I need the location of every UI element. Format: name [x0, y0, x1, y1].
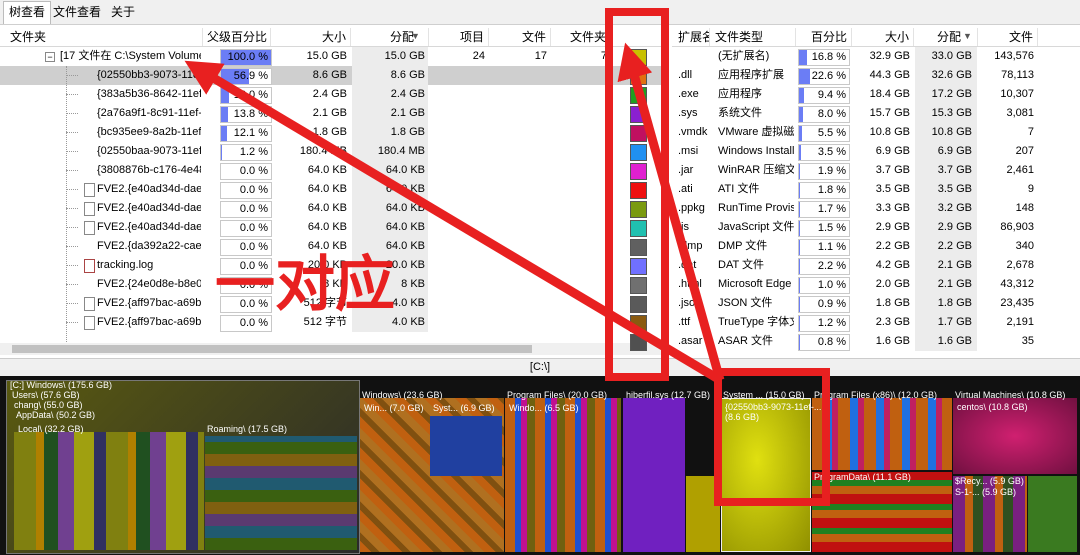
- annotation-text: 一对应: [215, 250, 395, 320]
- annotation-overlay: 一对应: [184, 8, 830, 506]
- highlight-box-treemap: [714, 368, 830, 506]
